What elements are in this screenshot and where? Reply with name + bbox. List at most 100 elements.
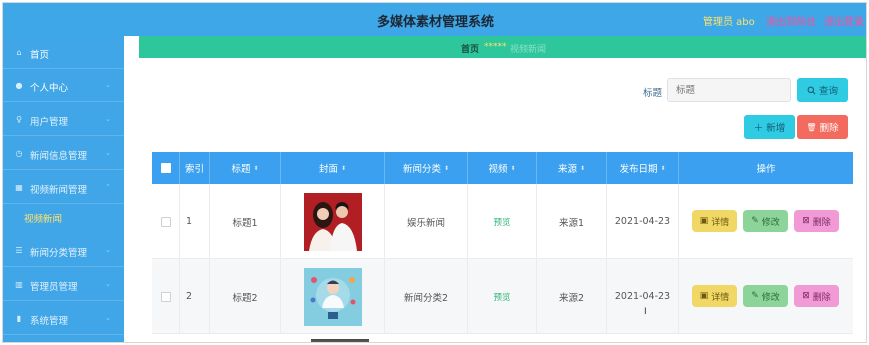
chevron-down-icon: ⌄ bbox=[105, 81, 111, 89]
grid-icon: ▥ bbox=[15, 280, 23, 289]
sort-icon: ⬍ bbox=[340, 164, 347, 172]
col-category[interactable]: 新闻分类 ⬍ bbox=[385, 152, 468, 184]
list-icon: ☰ bbox=[15, 246, 23, 255]
table-header: 索引 标题 ⬍ 封面 ⬍ 新闻分类 ⬍ 视频 ⬍ 来源 ⬍ 发布日期 ⬍ 操作 bbox=[152, 152, 853, 184]
sort-icon: ⬍ bbox=[510, 164, 516, 172]
sidebar-item-label: 新闻分类管理 bbox=[30, 248, 88, 259]
add-button[interactable]: ＋ 新增 bbox=[744, 115, 795, 139]
delete-button[interactable]: ⊠ 删除 bbox=[794, 210, 839, 232]
breadcrumb-home[interactable]: 首页 bbox=[461, 42, 479, 55]
sidebar-item-label: 首页 bbox=[30, 50, 50, 61]
detail-button[interactable]: ▣ 详情 bbox=[692, 210, 737, 232]
sidebar-item-news-management[interactable]: ◷ 新闻信息管理 ⌄ bbox=[3, 139, 124, 170]
search-button-label: 查询 bbox=[818, 86, 838, 97]
sort-icon: ⬍ bbox=[579, 164, 586, 172]
row-title: 标题1 bbox=[210, 184, 281, 259]
sidebar-item-user-management[interactable]: ♀ 用户管理 ⌄ bbox=[3, 105, 124, 136]
chevron-up-icon: ⌃ bbox=[105, 183, 111, 191]
table-row: 2 标题2 新闻分类2 预览 来源2 2021-04-23 ▣ 详情 ✎ 修改 ⊠ 删… bbox=[152, 259, 853, 334]
home-icon: ⌂ bbox=[16, 48, 22, 57]
sidebar-item-label: 视频新闻管理 bbox=[30, 185, 88, 196]
sidebar-item-news-category-management[interactable]: ☰ 新闻分类管理 ⌄ bbox=[3, 236, 124, 267]
sidebar-item-personal-center[interactable]: ● 个人中心 ⌄ bbox=[3, 71, 124, 102]
col-index: 索引 bbox=[180, 152, 210, 184]
person-icon: ● bbox=[15, 81, 23, 90]
row-index: 1 bbox=[180, 184, 210, 259]
text-cursor-icon: I bbox=[644, 307, 647, 317]
row-video-cell: 预览 bbox=[468, 184, 537, 259]
detail-button[interactable]: ▣ 详情 bbox=[692, 285, 737, 307]
edit-button[interactable]: ✎ 修改 bbox=[743, 210, 788, 232]
row-index: 2 bbox=[180, 259, 210, 334]
trash-icon: ⊠ bbox=[802, 291, 810, 301]
col-source[interactable]: 来源 ⬍ bbox=[537, 152, 607, 184]
sort-icon: ⬍ bbox=[660, 164, 666, 172]
logout-link[interactable]: 退出登录 bbox=[824, 13, 864, 28]
sidebar-item-system-management[interactable]: ▮ 系统管理 ⌄ bbox=[3, 304, 124, 335]
title-search-input[interactable] bbox=[667, 78, 791, 102]
bar-chart-icon: ▮ bbox=[16, 314, 22, 323]
sidebar: ⌂ 首页 ● 个人中心 ⌄ ♀ 用户管理 ⌄ ◷ 新闻信息管理 ⌄ ▦ 视频新闻… bbox=[3, 36, 124, 342]
row-checkbox[interactable] bbox=[160, 216, 171, 227]
search-icon bbox=[807, 86, 816, 94]
app-window: 多媒体素材管理系统 管理员 abo 退出到前台 退出登录 ⌂ 首页 ● 个人中心… bbox=[2, 2, 867, 343]
row-title: 标题2 bbox=[210, 259, 281, 334]
sidebar-item-label: 新闻信息管理 bbox=[30, 151, 88, 162]
sidebar-item-admin-management[interactable]: ▥ 管理员管理 ⌄ bbox=[3, 270, 124, 301]
user-icon: ♀ bbox=[16, 115, 22, 124]
breadcrumb-current: 视频新闻 bbox=[510, 45, 547, 55]
batch-delete-button[interactable]: 🗑 删除 bbox=[797, 115, 848, 139]
row-actions: ▣ 详情 ✎ 修改 ⊠ 删除 bbox=[679, 259, 853, 334]
trash-icon: 🗑 bbox=[806, 122, 817, 132]
select-all-cell[interactable] bbox=[152, 152, 180, 184]
plus-icon: ＋ bbox=[753, 123, 764, 134]
row-category: 娱乐新闻 bbox=[385, 184, 468, 259]
col-cover[interactable]: 封面 ⬍ bbox=[281, 152, 385, 184]
trash-icon: ⊠ bbox=[802, 216, 810, 226]
breadcrumb-separator: ***** bbox=[484, 42, 507, 52]
top-header: 多媒体素材管理系统 管理员 abo 退出到前台 退出登录 bbox=[3, 3, 866, 36]
table-row-partial bbox=[152, 334, 853, 342]
row-date: 2021-04-23 bbox=[607, 184, 679, 259]
delete-button-label: 删除 bbox=[819, 123, 839, 134]
video-preview-link[interactable]: 预览 bbox=[493, 216, 510, 228]
video-preview-link[interactable]: 预览 bbox=[493, 291, 510, 303]
sidebar-item-label: 管理员管理 bbox=[30, 282, 78, 293]
film-icon: ▦ bbox=[15, 183, 23, 192]
row-select-cell[interactable] bbox=[152, 259, 180, 334]
document-icon: ▣ bbox=[699, 291, 709, 301]
row-category: 新闻分类2 bbox=[385, 259, 468, 334]
sidebar-item-video-news-management[interactable]: ▦ 视频新闻管理 ⌃ bbox=[3, 173, 124, 204]
search-button[interactable]: 查询 bbox=[797, 78, 848, 102]
edit-button[interactable]: ✎ 修改 bbox=[743, 285, 788, 307]
chevron-down-icon: ⌄ bbox=[105, 246, 111, 254]
chevron-down-icon: ⌄ bbox=[105, 149, 111, 157]
sidebar-item-label: 个人中心 bbox=[30, 83, 69, 94]
col-title[interactable]: 标题 ⬍ bbox=[210, 152, 281, 184]
col-date[interactable]: 发布日期 ⬍ bbox=[607, 152, 679, 184]
search-label: 标题 bbox=[643, 88, 663, 99]
cover-image bbox=[303, 192, 362, 251]
cover-image bbox=[311, 339, 369, 342]
row-date: 2021-04-23 bbox=[607, 259, 679, 334]
col-video[interactable]: 视频 ⬍ bbox=[468, 152, 537, 184]
add-button-label: 新增 bbox=[766, 123, 786, 134]
chevron-down-icon: ⌄ bbox=[105, 115, 111, 123]
row-video-cell: 预览 bbox=[468, 259, 537, 334]
sidebar-subitem-video-news[interactable]: 视频新闻 bbox=[24, 211, 62, 225]
clock-icon: ◷ bbox=[15, 149, 23, 158]
row-actions: ▣ 详情 ✎ 修改 ⊠ 删除 bbox=[679, 184, 853, 259]
row-checkbox[interactable] bbox=[160, 291, 171, 302]
select-all-checkbox[interactable] bbox=[160, 163, 171, 173]
row-cover-cell bbox=[281, 184, 385, 259]
admin-label: 管理员 abo bbox=[703, 17, 755, 28]
row-select-cell[interactable] bbox=[152, 184, 180, 259]
sort-icon: ⬍ bbox=[443, 164, 450, 172]
row-source: 来源2 bbox=[537, 259, 607, 334]
delete-button[interactable]: ⊠ 删除 bbox=[794, 285, 839, 307]
chevron-down-icon: ⌄ bbox=[105, 314, 111, 322]
sidebar-item-label: 系统管理 bbox=[30, 316, 69, 327]
row-cover-cell bbox=[281, 259, 385, 334]
exit-to-frontend-link[interactable]: 退出到前台 bbox=[766, 13, 816, 28]
sidebar-item-home[interactable]: ⌂ 首页 bbox=[3, 38, 124, 69]
